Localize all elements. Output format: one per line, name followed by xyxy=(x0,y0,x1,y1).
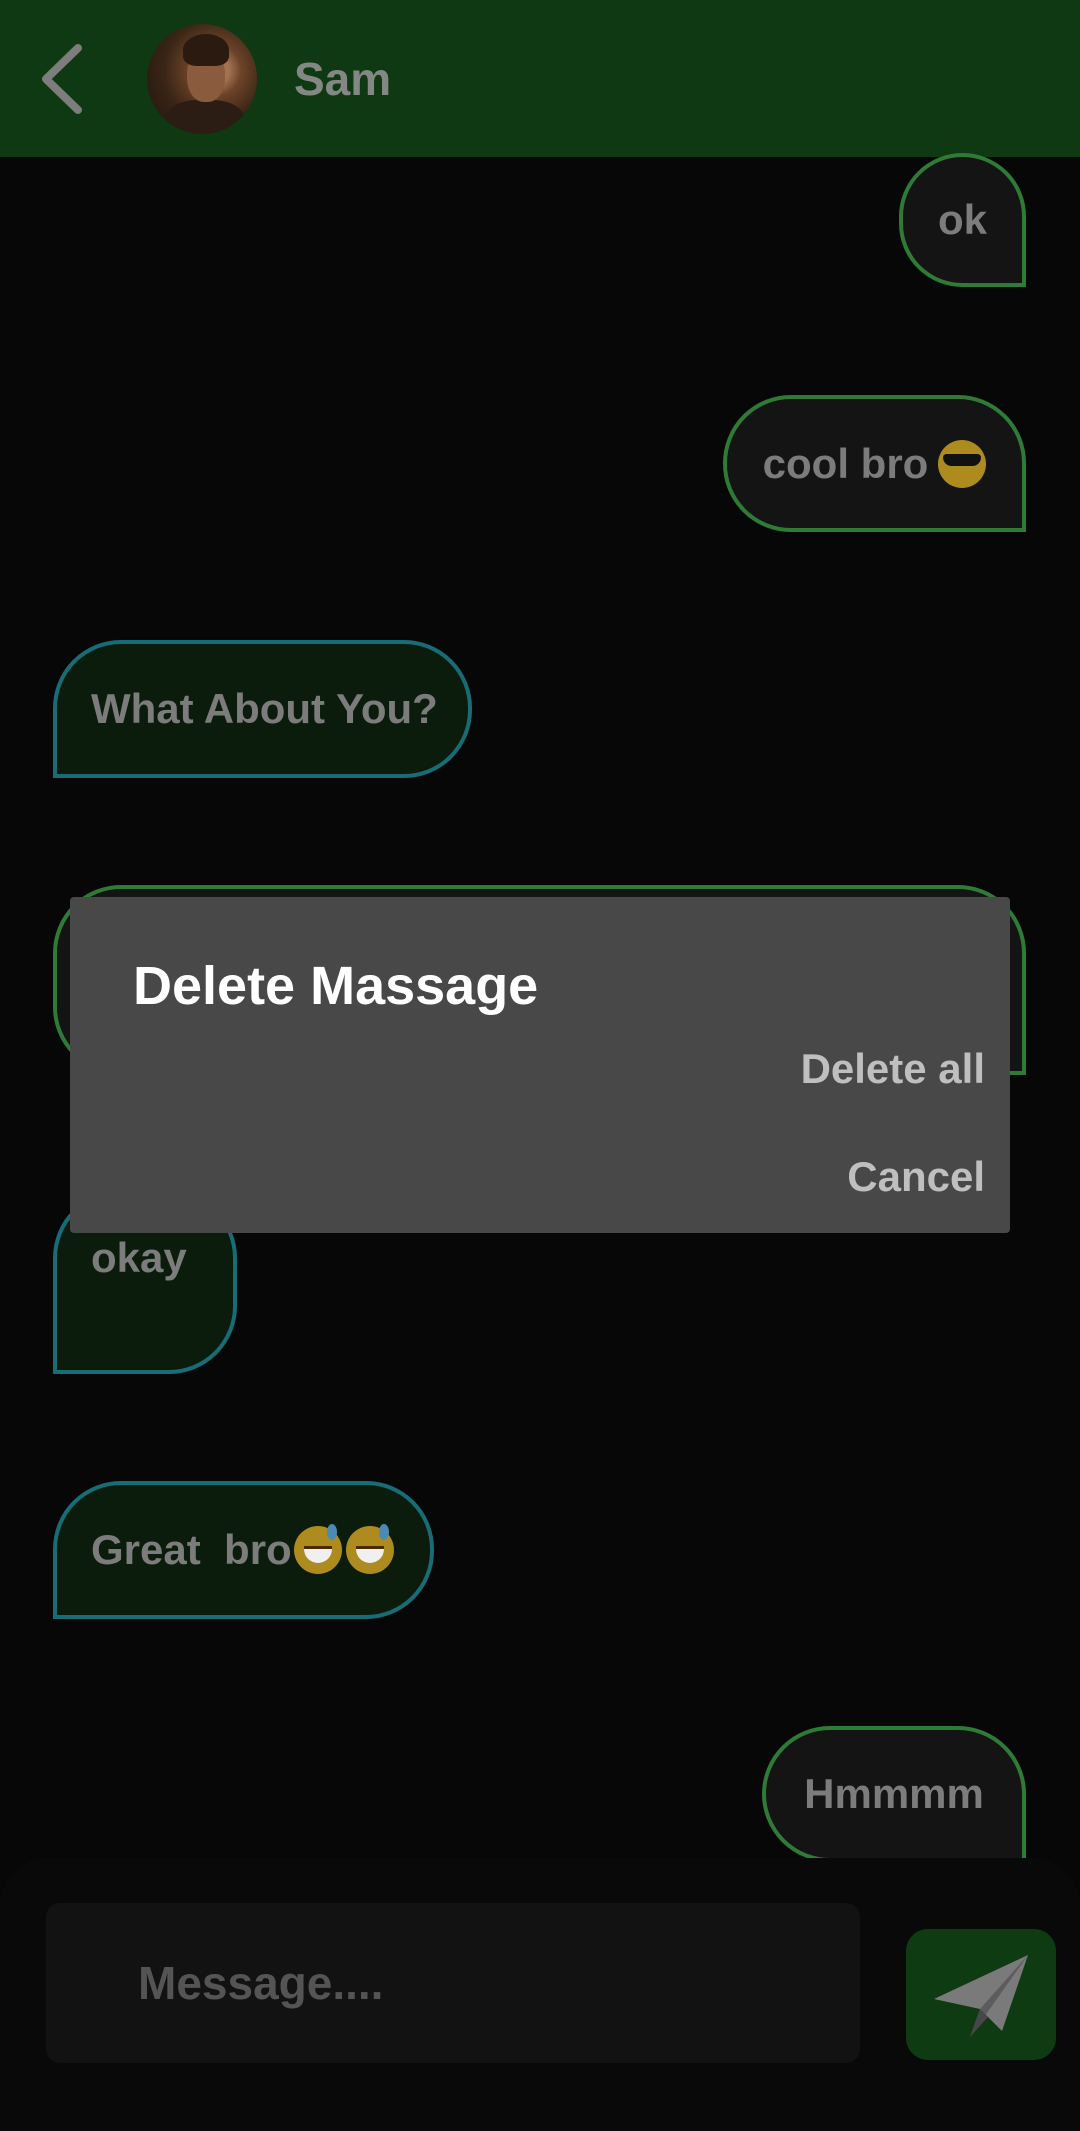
chat-header: Sam xyxy=(0,0,1080,157)
message-bubble-outgoing[interactable]: cool bro xyxy=(723,395,1026,532)
message-text: Great bro xyxy=(91,1526,292,1573)
delete-all-button[interactable]: Delete all xyxy=(801,1045,985,1093)
cancel-button[interactable]: Cancel xyxy=(847,1153,985,1201)
message-bubble-outgoing[interactable]: ok xyxy=(899,153,1026,287)
grinning-sweat-emoji-icon xyxy=(293,1524,342,1574)
message-text: ok xyxy=(937,196,987,243)
paper-plane-icon xyxy=(934,1955,1028,2037)
dialog-title: Delete Massage xyxy=(133,956,539,1016)
send-button[interactable] xyxy=(906,1929,1056,2060)
contact-name[interactable]: Sam xyxy=(294,52,391,106)
back-arrow-icon[interactable] xyxy=(38,42,88,116)
delete-message-dialog: Delete Massage Delete all Cancel xyxy=(70,897,1010,1233)
message-text: What About You? xyxy=(91,685,438,732)
sunglasses-emoji-icon xyxy=(938,439,987,488)
message-bubble-outgoing[interactable]: Hmmmm xyxy=(762,1726,1026,1862)
message-input[interactable] xyxy=(46,1903,860,2063)
message-text: cool bro xyxy=(762,439,929,487)
grinning-sweat-emoji-icon xyxy=(345,1524,394,1574)
message-bubble-incoming[interactable]: What About You? xyxy=(53,640,472,778)
message-text: Hmmmm xyxy=(804,1770,984,1817)
avatar[interactable] xyxy=(147,24,257,134)
message-text: okay xyxy=(91,1234,187,1281)
message-bubble-incoming[interactable]: Great bro xyxy=(53,1481,434,1619)
